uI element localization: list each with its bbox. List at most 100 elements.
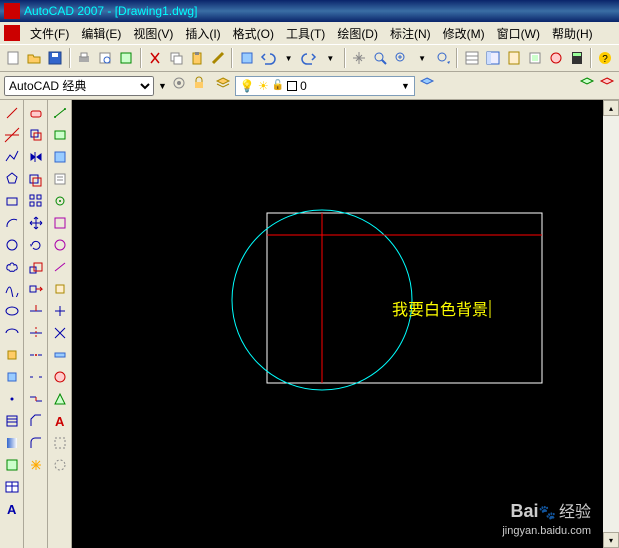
tool-palettes-button[interactable] bbox=[504, 47, 523, 69]
t13[interactable] bbox=[50, 367, 70, 387]
publish-button[interactable] bbox=[117, 47, 136, 69]
t6[interactable] bbox=[50, 213, 70, 233]
id-point-tool[interactable] bbox=[50, 191, 70, 211]
circle-tool[interactable] bbox=[2, 235, 22, 255]
menu-draw[interactable]: 绘图(D) bbox=[331, 23, 384, 44]
zoom-realtime-button[interactable] bbox=[371, 47, 390, 69]
pan-button[interactable] bbox=[350, 47, 369, 69]
t14[interactable] bbox=[50, 389, 70, 409]
copy-tool[interactable] bbox=[26, 125, 46, 145]
print-preview-button[interactable] bbox=[96, 47, 115, 69]
polyline-tool[interactable] bbox=[2, 147, 22, 167]
menu-modify[interactable]: 修改(M) bbox=[437, 23, 491, 44]
layer-properties-button[interactable] bbox=[215, 75, 231, 96]
hatch-tool[interactable] bbox=[2, 411, 22, 431]
chamfer-tool[interactable] bbox=[26, 411, 46, 431]
cut-button[interactable] bbox=[146, 47, 165, 69]
menu-insert[interactable]: 插入(I) bbox=[179, 23, 226, 44]
fillet-tool[interactable] bbox=[26, 433, 46, 453]
gradient-tool[interactable] bbox=[2, 433, 22, 453]
t7[interactable] bbox=[50, 235, 70, 255]
line-tool[interactable] bbox=[2, 103, 22, 123]
menu-dimension[interactable]: 标注(N) bbox=[384, 23, 437, 44]
t8[interactable] bbox=[50, 257, 70, 277]
menu-help[interactable]: 帮助(H) bbox=[546, 23, 599, 44]
help-button[interactable]: ? bbox=[596, 47, 615, 69]
zoom-previous-button[interactable] bbox=[434, 47, 453, 69]
menu-edit[interactable]: 编辑(E) bbox=[75, 23, 127, 44]
layer-states-button[interactable] bbox=[579, 75, 595, 96]
mirror-tool[interactable] bbox=[26, 147, 46, 167]
list-tool[interactable] bbox=[50, 169, 70, 189]
erase-tool[interactable] bbox=[26, 103, 46, 123]
point-tool[interactable] bbox=[2, 389, 22, 409]
workspace-select[interactable]: AutoCAD 经典 bbox=[4, 76, 154, 96]
drawing-canvas[interactable]: 我要白色背景 Bai🐾 经验 jingyan.baidu.com bbox=[72, 100, 603, 548]
scroll-down-button[interactable]: ▾ bbox=[603, 532, 619, 548]
t16[interactable] bbox=[50, 433, 70, 453]
make-block-tool[interactable] bbox=[2, 367, 22, 387]
layer-previous-button[interactable] bbox=[419, 75, 435, 96]
extend-tool[interactable] bbox=[26, 323, 46, 343]
menu-window[interactable]: 窗口(W) bbox=[491, 23, 546, 44]
region-mass-tool[interactable] bbox=[50, 147, 70, 167]
open-button[interactable] bbox=[25, 47, 44, 69]
mtext-tool[interactable]: A bbox=[2, 499, 22, 519]
menu-file[interactable]: 文件(F) bbox=[24, 23, 75, 44]
menu-view[interactable]: 视图(V) bbox=[127, 23, 179, 44]
t9[interactable] bbox=[50, 279, 70, 299]
layer-iso-button[interactable] bbox=[599, 75, 615, 96]
redo-dropdown[interactable]: ▼ bbox=[321, 47, 340, 69]
trim-tool[interactable] bbox=[26, 301, 46, 321]
construction-line-tool[interactable] bbox=[2, 125, 22, 145]
revision-cloud-tool[interactable] bbox=[2, 257, 22, 277]
polygon-tool[interactable] bbox=[2, 169, 22, 189]
quickcalc-button[interactable] bbox=[567, 47, 586, 69]
region-tool[interactable] bbox=[2, 455, 22, 475]
sheet-set-button[interactable] bbox=[525, 47, 544, 69]
undo-button[interactable] bbox=[258, 47, 277, 69]
join-tool[interactable] bbox=[26, 389, 46, 409]
undo-dropdown[interactable]: ▼ bbox=[279, 47, 298, 69]
paste-button[interactable] bbox=[187, 47, 206, 69]
workspace-lock-button[interactable] bbox=[191, 75, 207, 96]
distance-tool[interactable] bbox=[50, 103, 70, 123]
menu-tools[interactable]: 工具(T) bbox=[280, 23, 331, 44]
ellipse-arc-tool[interactable] bbox=[2, 323, 22, 343]
scale-tool[interactable] bbox=[26, 257, 46, 277]
new-button[interactable] bbox=[4, 47, 23, 69]
markup-button[interactable] bbox=[546, 47, 565, 69]
t15[interactable]: A bbox=[50, 411, 70, 431]
save-button[interactable] bbox=[46, 47, 65, 69]
vertical-scrollbar[interactable]: ▴ ▾ bbox=[603, 100, 619, 548]
copy-button[interactable] bbox=[166, 47, 185, 69]
rectangle-tool[interactable] bbox=[2, 191, 22, 211]
scroll-track[interactable] bbox=[603, 116, 619, 532]
table-tool[interactable] bbox=[2, 477, 22, 497]
offset-tool[interactable] bbox=[26, 169, 46, 189]
rotate-tool[interactable] bbox=[26, 235, 46, 255]
area-tool[interactable] bbox=[50, 125, 70, 145]
stretch-tool[interactable] bbox=[26, 279, 46, 299]
break-at-point-tool[interactable] bbox=[26, 345, 46, 365]
t10[interactable] bbox=[50, 301, 70, 321]
block-editor-button[interactable] bbox=[237, 47, 256, 69]
design-center-button[interactable] bbox=[483, 47, 502, 69]
insert-block-tool[interactable] bbox=[2, 345, 22, 365]
workspace-settings-button[interactable] bbox=[171, 75, 187, 96]
t11[interactable] bbox=[50, 323, 70, 343]
zoom-window-button[interactable] bbox=[392, 47, 411, 69]
arc-tool[interactable] bbox=[2, 213, 22, 233]
print-button[interactable] bbox=[75, 47, 94, 69]
properties-button[interactable] bbox=[462, 47, 481, 69]
ellipse-tool[interactable] bbox=[2, 301, 22, 321]
match-props-button[interactable] bbox=[208, 47, 227, 69]
zoom-dropdown[interactable]: ▼ bbox=[413, 47, 432, 69]
move-tool[interactable] bbox=[26, 213, 46, 233]
t12[interactable] bbox=[50, 345, 70, 365]
explode-tool[interactable] bbox=[26, 455, 46, 475]
redo-button[interactable] bbox=[300, 47, 319, 69]
t17[interactable] bbox=[50, 455, 70, 475]
break-tool[interactable] bbox=[26, 367, 46, 387]
spline-tool[interactable] bbox=[2, 279, 22, 299]
